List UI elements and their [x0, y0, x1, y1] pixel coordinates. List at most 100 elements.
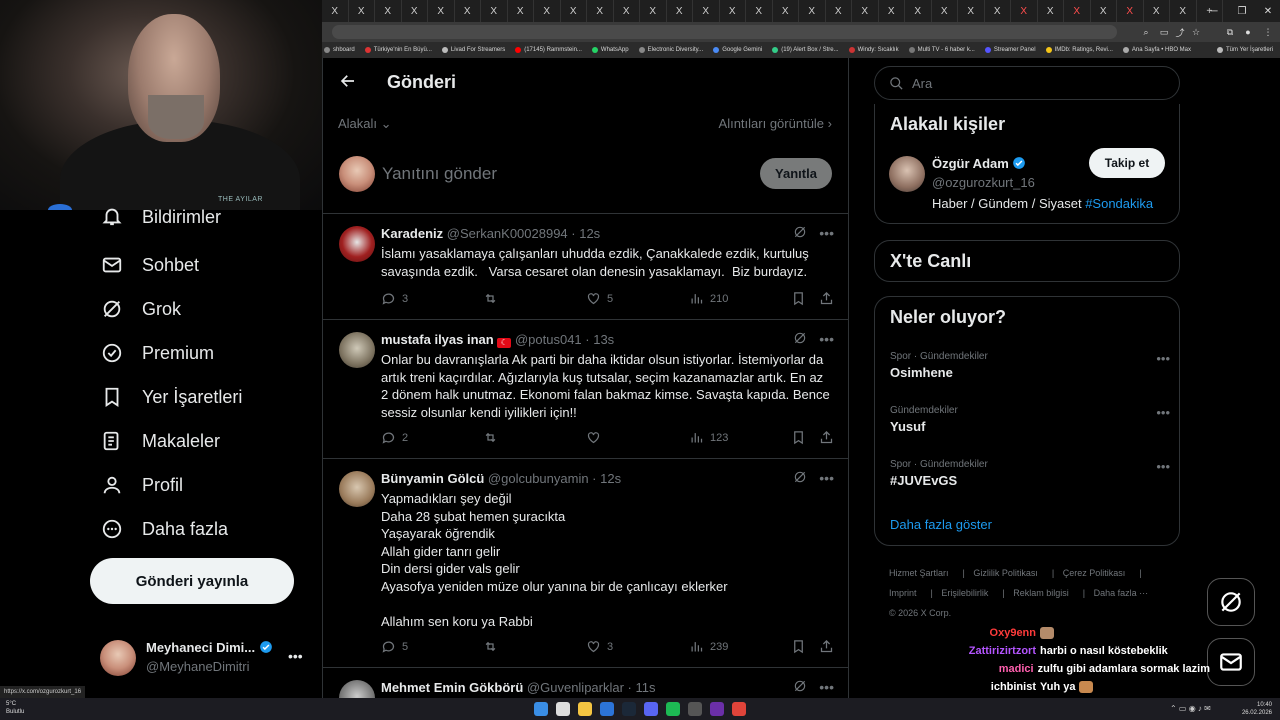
avatar[interactable]: [339, 680, 375, 698]
author-name[interactable]: mustafa ilyas inan: [381, 332, 494, 347]
app-icon[interactable]: [688, 702, 702, 716]
menu-icon[interactable]: ⋮: [1262, 26, 1274, 38]
more-icon[interactable]: •••: [819, 331, 834, 348]
browser-tab[interactable]: X: [746, 0, 773, 22]
discord-icon[interactable]: [644, 702, 658, 716]
browser-tab[interactable]: X: [534, 0, 561, 22]
browser-tab[interactable]: X: [720, 0, 746, 22]
live-card[interactable]: X'te Canlı: [874, 240, 1180, 282]
more-icon[interactable]: •••: [1156, 351, 1170, 366]
person-name[interactable]: Özgür Adam: [932, 156, 1026, 171]
browser-tab[interactable]: X: [932, 0, 958, 22]
bookmark-item[interactable]: Multi TV - 6 haber k...: [908, 47, 975, 53]
share-action[interactable]: [819, 639, 834, 654]
grok-icon[interactable]: [793, 679, 807, 696]
nav-item-premium[interactable]: Premium: [100, 338, 214, 368]
nav-item-profil[interactable]: Profil: [100, 470, 183, 500]
browser-tab[interactable]: X: [852, 0, 879, 22]
bookmark-action[interactable]: [791, 639, 806, 654]
tweet[interactable]: mustafa ilyas inan ☾ @potus041 · 13s ••• O…: [323, 320, 848, 459]
browser-tab[interactable]: X: [1117, 0, 1144, 22]
hashtag-link[interactable]: #Sondakika: [1085, 196, 1153, 211]
minimize-button[interactable]: ─: [1200, 0, 1228, 22]
share-icon[interactable]: ⤴: [1174, 26, 1186, 38]
browser-tab[interactable]: X: [905, 0, 932, 22]
browser-tab[interactable]: X: [1091, 0, 1117, 22]
bookmark-item[interactable]: Google Gemini: [713, 47, 762, 53]
browser-tab[interactable]: X: [349, 0, 375, 22]
repost-action[interactable]: [483, 639, 504, 654]
footer-link[interactable]: Daha fazla ···: [1094, 588, 1149, 598]
browser-tab[interactable]: X: [322, 0, 349, 22]
browser-tab[interactable]: X: [614, 0, 640, 22]
bookmark-item[interactable]: WhatsApp: [591, 47, 629, 53]
close-window-button[interactable]: ✕: [1254, 0, 1280, 22]
repost-action[interactable]: [483, 291, 504, 306]
avatar[interactable]: [339, 226, 375, 262]
bookmark-item[interactable]: IMDb: Ratings, Revi...: [1045, 47, 1113, 53]
footer-link[interactable]: Erişilebilirlik: [941, 588, 988, 598]
nav-item-makaleler[interactable]: Makaleler: [100, 426, 220, 456]
profile-icon[interactable]: ●: [1242, 26, 1254, 38]
browser-tab[interactable]: X: [561, 0, 587, 22]
browser-tab[interactable]: X: [773, 0, 799, 22]
bookmark-item[interactable]: (17145) Rammstein...: [515, 47, 582, 53]
browser-tab[interactable]: X: [1064, 0, 1091, 22]
nav-item-bildirimler[interactable]: Bildirimler: [100, 206, 221, 228]
grok-icon[interactable]: [793, 225, 807, 242]
like-action[interactable]: 5: [586, 291, 613, 306]
repost-action[interactable]: [483, 430, 504, 445]
bookmark-item[interactable]: Livad For Streamers: [441, 47, 505, 53]
share-action[interactable]: [819, 430, 834, 445]
tweet[interactable]: Bünyamin Gölcü @golcubunyamin · 12s ••• Ya…: [323, 459, 848, 668]
bookmark-item[interactable]: Türkiye'nin En Büyü...: [364, 47, 432, 53]
bookmark-item[interactable]: Windy: Sıcaklık: [848, 47, 899, 53]
browser-tab[interactable]: X: [958, 0, 985, 22]
browser-tab[interactable]: X: [428, 0, 455, 22]
browser-tab[interactable]: X: [667, 0, 693, 22]
system-tray[interactable]: ⌃ ▭ ◉ ♪ ✉: [1170, 704, 1211, 713]
trend-item[interactable]: Spor · Gündemdekiler Osimhene •••: [890, 351, 1170, 380]
weather-widget[interactable]: 5°C Bulutlu: [6, 700, 24, 716]
more-icon[interactable]: •••: [1156, 405, 1170, 420]
cast-icon[interactable]: ▭: [1158, 26, 1170, 38]
browser-tab[interactable]: X: [1011, 0, 1038, 22]
bookmark-item[interactable]: Electronic Diversity...: [638, 47, 703, 53]
bookmark-item[interactable]: (19) Alert Box / Stre...: [772, 47, 839, 53]
share-action[interactable]: [819, 291, 834, 306]
restore-button[interactable]: ❐: [1228, 0, 1256, 22]
browser-tab[interactable]: X: [640, 0, 667, 22]
avatar[interactable]: [889, 156, 925, 192]
show-more-link[interactable]: Daha fazla göster: [890, 517, 992, 532]
browser-tab[interactable]: X: [693, 0, 720, 22]
reply-button[interactable]: Yanıtla: [760, 158, 832, 189]
nav-item-daha-fazla[interactable]: Daha fazla: [100, 514, 228, 544]
tweet[interactable]: Karadeniz @SerkanK00028994 · 12s ••• İslam…: [323, 214, 848, 320]
browser-tab[interactable]: X: [587, 0, 614, 22]
url-field[interactable]: [332, 25, 1117, 39]
folder-icon[interactable]: [578, 702, 592, 716]
footer-link[interactable]: Reklam bilgisi: [1013, 588, 1069, 598]
browser-tab[interactable]: X: [455, 0, 481, 22]
more-icon[interactable]: •••: [1156, 459, 1170, 474]
author-name[interactable]: Bünyamin Gölcü: [381, 471, 484, 486]
nav-item-grok[interactable]: Grok: [100, 294, 181, 324]
view-quotes-link[interactable]: Alıntıları görüntüle ›: [719, 116, 832, 131]
account-switcher[interactable]: Meyhaneci Dimi... @MeyhaneDimitri •••: [100, 636, 310, 678]
chrome-icon[interactable]: [732, 702, 746, 716]
footer-link[interactable]: Hizmet Şartları: [889, 568, 949, 578]
footer-link[interactable]: Gizlilik Politikası: [973, 568, 1038, 578]
extensions-icon[interactable]: ⧉: [1224, 26, 1236, 38]
messages-fab[interactable]: [1207, 638, 1255, 686]
start-icon[interactable]: [534, 702, 548, 716]
reply-action[interactable]: 3: [381, 291, 408, 306]
views-action[interactable]: 239: [689, 639, 728, 654]
more-icon[interactable]: •••: [819, 470, 834, 487]
bookmark-item[interactable]: Ana Sayfa • HBO Max: [1122, 47, 1191, 53]
relevance-dropdown[interactable]: Alakalı ⌄: [338, 116, 392, 132]
bookmark-item[interactable]: shboard: [324, 47, 355, 53]
star-icon[interactable]: ☆: [1190, 26, 1202, 38]
browser-tab[interactable]: X: [799, 0, 826, 22]
browser-tab[interactable]: X: [508, 0, 534, 22]
browser-tab[interactable]: X: [375, 0, 402, 22]
